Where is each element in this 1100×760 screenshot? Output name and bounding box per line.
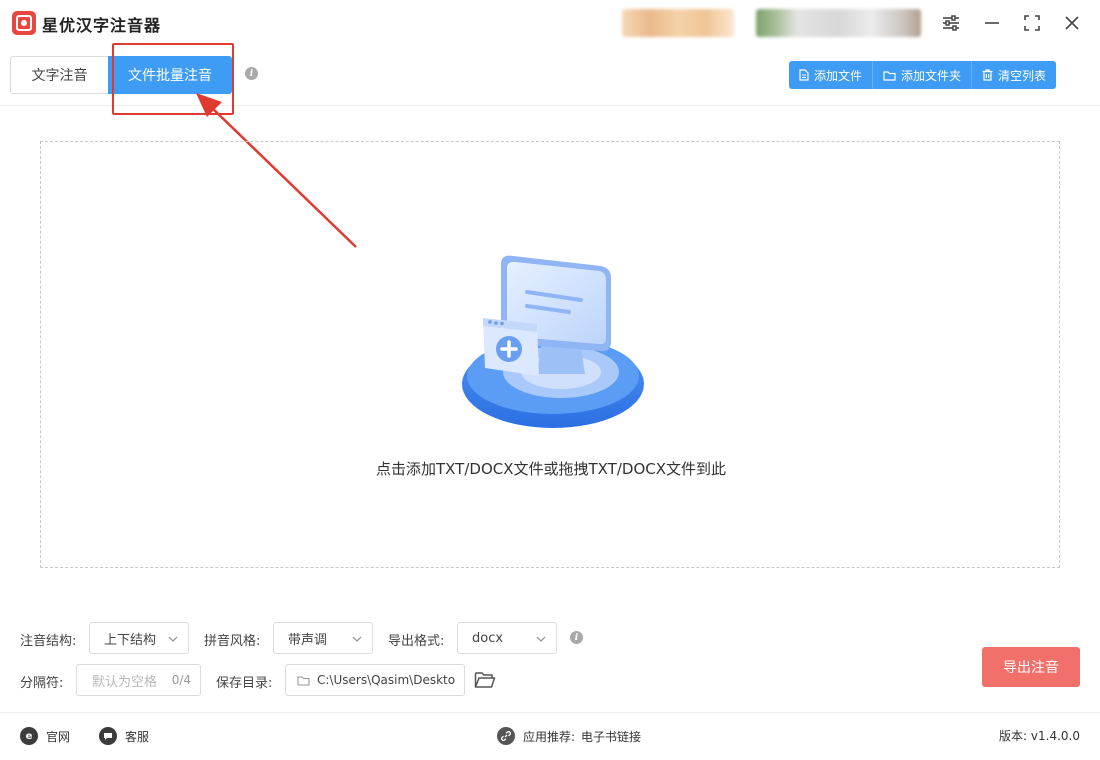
chevron-down-icon bbox=[352, 636, 362, 642]
structure-label: 注音结构: bbox=[20, 634, 77, 649]
format-info-icon[interactable]: i bbox=[570, 631, 583, 644]
chevron-down-icon bbox=[536, 636, 546, 642]
open-folder-icon[interactable] bbox=[474, 670, 496, 693]
drop-zone-hint: 点击添加TXT/DOCX文件或拖拽TXT/DOCX文件到此 bbox=[376, 460, 726, 478]
export-pinyin-button[interactable]: 导出注音 bbox=[982, 647, 1080, 687]
pinyin-style-select[interactable]: 带声调 bbox=[273, 622, 373, 654]
separator-char-count: 0/4 bbox=[171, 673, 191, 687]
add-file-illustration-icon bbox=[462, 255, 644, 428]
customer-service-link[interactable]: 客服 bbox=[99, 727, 149, 745]
version-text: 版本: v1.4.0.0 bbox=[999, 729, 1080, 743]
browser-e-icon: e bbox=[20, 727, 38, 745]
official-site-link[interactable]: e 官网 bbox=[20, 727, 70, 745]
ebook-link[interactable]: 电子书链接 bbox=[581, 728, 641, 745]
separator-label: 分隔符: bbox=[20, 676, 64, 691]
export-format-label: 导出格式: bbox=[388, 634, 445, 649]
save-dir-label: 保存目录: bbox=[216, 676, 273, 691]
structure-select[interactable]: 上下结构 bbox=[89, 622, 189, 654]
chat-bubble-icon bbox=[99, 727, 117, 745]
link-icon bbox=[497, 727, 515, 745]
separator-placeholder: 默认为空格 bbox=[92, 674, 158, 690]
app-recommend: 应用推荐: 电子书链接 bbox=[497, 727, 641, 745]
footer: e 官网 客服 应用推荐: 电子书链接 版本: v1.4.0.0 bbox=[0, 712, 1100, 760]
separator-input[interactable]: 默认为空格 0/4 bbox=[76, 664, 201, 696]
chevron-down-icon bbox=[168, 636, 178, 642]
pinyin-style-label: 拼音风格: bbox=[204, 634, 261, 649]
file-drop-zone[interactable]: 点击添加TXT/DOCX文件或拖拽TXT/DOCX文件到此 bbox=[40, 141, 1060, 568]
export-format-select[interactable]: docx bbox=[457, 622, 557, 654]
folder-icon bbox=[297, 676, 310, 686]
save-dir-input[interactable]: C:\Users\Qasim\Deskto bbox=[285, 664, 465, 696]
